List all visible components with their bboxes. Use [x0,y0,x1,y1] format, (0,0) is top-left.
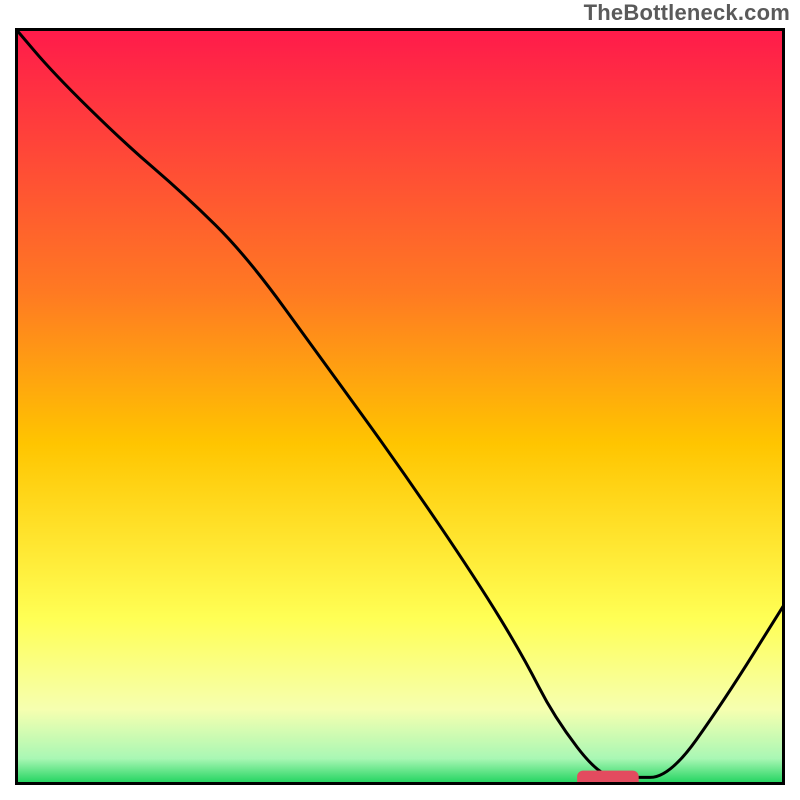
chart-frame: TheBottleneck.com [0,0,800,800]
watermark-text: TheBottleneck.com [584,0,790,26]
chart-svg [15,28,785,785]
chart-plot [15,28,785,785]
chart-background [15,28,785,785]
